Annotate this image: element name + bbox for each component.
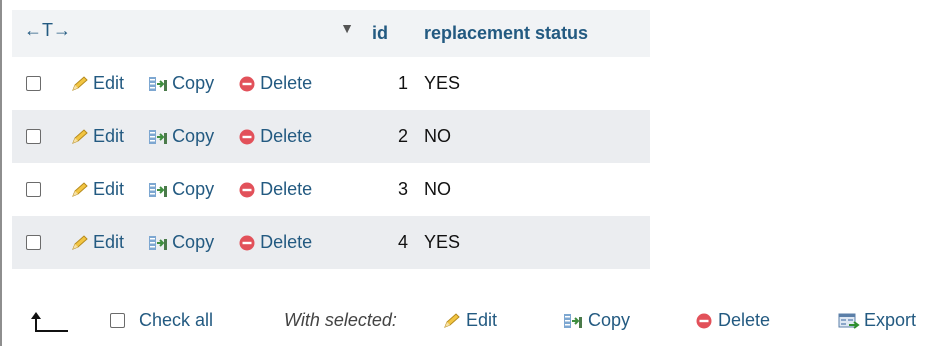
status-cell: NO: [424, 179, 451, 199]
status-column-header[interactable]: replacement status: [414, 10, 650, 57]
bulk-copy-label: Copy: [588, 310, 631, 330]
row-actions: Edit Copy Delete: [12, 216, 362, 269]
row-checkbox[interactable]: [26, 129, 41, 145]
id-cell: 1: [397, 73, 408, 93]
bulk-edit-button[interactable]: Edit: [442, 310, 497, 331]
table-row: Edit Copy Delete 3 NO: [12, 163, 650, 216]
check-all-control[interactable]: Check all: [110, 310, 213, 331]
bulk-delete-label: Delete: [718, 310, 771, 330]
id-column-label[interactable]: id: [362, 23, 388, 44]
copy-button[interactable]: Copy: [147, 232, 214, 253]
copy-label: Copy: [172, 232, 215, 253]
delete-button[interactable]: Delete: [237, 73, 312, 94]
results-page: ←T→ ▼ id replacement status Edit Copy De…: [0, 0, 930, 346]
table-header-row: ←T→ ▼ id replacement status: [12, 10, 650, 57]
row-checkbox[interactable]: [26, 76, 41, 92]
status-cell: YES: [424, 232, 461, 252]
bulk-export-label: Export: [864, 310, 917, 330]
bulk-export-button[interactable]: Export: [838, 310, 916, 331]
copy-button[interactable]: Copy: [147, 179, 214, 200]
delete-label: Delete: [260, 179, 313, 200]
copy-label: Copy: [172, 73, 215, 94]
edit-button[interactable]: Edit: [70, 126, 124, 147]
delete-icon: [239, 182, 255, 198]
delete-label: Delete: [260, 73, 313, 94]
copy-icon: [149, 129, 168, 144]
id-cell: 3: [397, 179, 408, 199]
status-cell: NO: [424, 126, 451, 146]
check-all-checkbox[interactable]: [110, 313, 125, 328]
table-row: Edit Copy Delete 1 YES: [12, 57, 650, 110]
results-table: ←T→ ▼ id replacement status Edit Copy De…: [12, 10, 650, 269]
row-checkbox[interactable]: [26, 235, 41, 251]
edit-label: Edit: [93, 73, 125, 94]
edit-label: Edit: [93, 179, 125, 200]
status-cell: YES: [424, 73, 461, 93]
delete-button[interactable]: Delete: [237, 126, 312, 147]
bulk-actions-bar: Check all With selected: Edit Copy Delet…: [0, 302, 930, 338]
row-actions: Edit Copy Delete: [12, 163, 362, 216]
left-border: [0, 0, 2, 346]
arrow-up-corner-icon: [30, 310, 74, 332]
sort-dropdown-icon[interactable]: ▼: [340, 20, 354, 36]
copy-icon: [149, 76, 168, 91]
with-selected-label: With selected:: [284, 310, 397, 330]
pencil-icon: [444, 312, 460, 328]
delete-label: Delete: [260, 232, 313, 253]
id-cell: 4: [397, 232, 408, 252]
copy-button[interactable]: Copy: [147, 126, 214, 147]
edit-button[interactable]: Edit: [70, 232, 124, 253]
copy-icon: [149, 235, 168, 250]
pencil-icon: [72, 182, 88, 197]
row-actions: Edit Copy Delete: [12, 110, 362, 163]
copy-icon: [149, 182, 168, 197]
bulk-edit-label: Edit: [466, 310, 498, 330]
row-checkbox[interactable]: [26, 182, 41, 198]
edit-button[interactable]: Edit: [70, 179, 124, 200]
row-actions: Edit Copy Delete: [12, 57, 362, 110]
delete-icon: [239, 235, 255, 251]
pencil-icon: [72, 129, 88, 144]
edit-label: Edit: [93, 232, 125, 253]
copy-button[interactable]: Copy: [147, 73, 214, 94]
status-column-label[interactable]: replacement status: [414, 23, 588, 44]
table-row: Edit Copy Delete 2 NO: [12, 110, 650, 163]
pencil-icon: [72, 235, 88, 250]
check-all-label[interactable]: Check all: [139, 310, 213, 331]
table-row: Edit Copy Delete 4 YES: [12, 216, 650, 269]
delete-label: Delete: [260, 126, 313, 147]
pencil-icon: [72, 76, 88, 91]
delete-icon: [239, 129, 255, 145]
delete-icon: [239, 76, 255, 92]
delete-button[interactable]: Delete: [237, 179, 312, 200]
column-toggle-arrows[interactable]: ←T→: [24, 20, 71, 41]
id-cell: 2: [397, 126, 408, 146]
delete-button[interactable]: Delete: [237, 232, 312, 253]
export-icon: [838, 313, 860, 329]
id-column-header[interactable]: id: [362, 10, 414, 57]
bulk-delete-button[interactable]: Delete: [694, 310, 770, 331]
edit-label: Edit: [93, 126, 125, 147]
bulk-copy-button[interactable]: Copy: [562, 310, 630, 331]
edit-button[interactable]: Edit: [70, 73, 124, 94]
delete-icon: [696, 313, 712, 328]
copy-label: Copy: [172, 179, 215, 200]
copy-label: Copy: [172, 126, 215, 147]
actions-column-header: ←T→ ▼: [12, 10, 362, 57]
copy-icon: [564, 313, 582, 328]
